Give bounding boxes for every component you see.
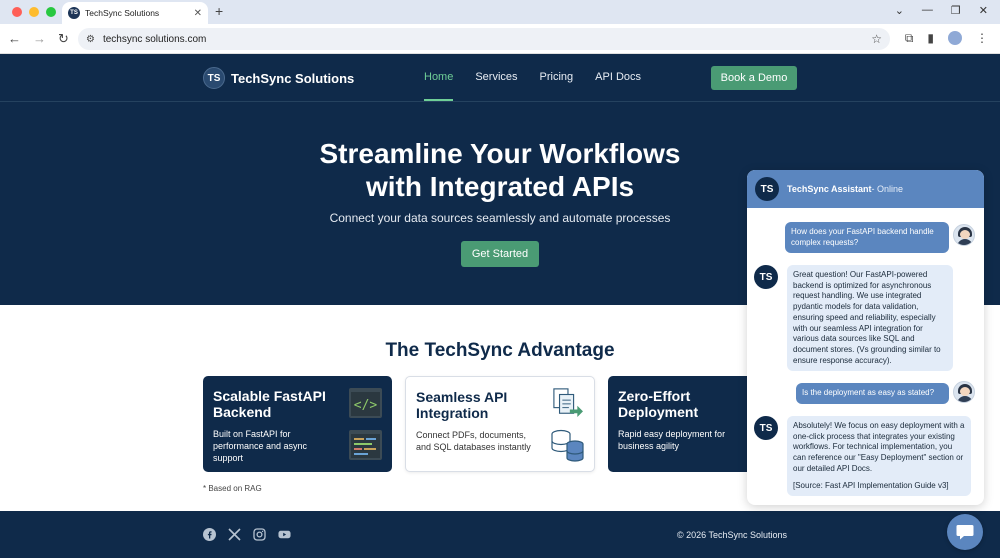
url-text: techsync solutions.com (102, 33, 207, 45)
card-desc: Rapid easy deployment for business agili… (618, 429, 726, 451)
chevron-down-icon[interactable]: ⌄ (895, 4, 904, 17)
book-demo-button[interactable]: Book a Demo (711, 66, 797, 90)
extensions-icon[interactable]: ⧉ (905, 31, 914, 46)
main-nav: Home Services Pricing API Docs (424, 71, 641, 101)
tab-title: TechSync Solutions (85, 8, 160, 18)
nav-item-pricing[interactable]: Pricing (540, 71, 574, 83)
back-icon[interactable]: ← (8, 31, 21, 47)
chat-toggle-button[interactable] (947, 514, 983, 550)
window-controls (12, 7, 56, 17)
svg-text:</>: </> (354, 398, 378, 413)
site-logo[interactable]: TS TechSync Solutions (203, 67, 354, 89)
user-bubble: Is the deployment as easy as stated? (796, 383, 949, 404)
maximize-window-button[interactable] (46, 7, 56, 17)
logo-text: TechSync Solutions (231, 70, 355, 86)
youtube-icon[interactable] (278, 528, 291, 541)
facebook-icon[interactable] (203, 528, 216, 541)
nav-item-home[interactable]: Home (424, 71, 454, 101)
assistant-name: TechSync Assistant (787, 184, 872, 194)
code-editor-icon: </> (349, 388, 382, 418)
feature-card-deployment[interactable]: Zero-Effort Deployment Rapid easy deploy… (608, 376, 758, 472)
nav-item-api-docs[interactable]: API Docs (595, 71, 641, 83)
assistant-avatar: TS (755, 177, 779, 201)
card-title: Zero-Effort Deployment (618, 388, 699, 420)
chat-message-bot: TS Great question! Our FastAPI-powered b… (754, 265, 953, 372)
chat-message-user: Is the deployment as easy as stated? (796, 381, 975, 404)
profile-avatar[interactable] (948, 31, 962, 45)
browser-tab-bar: TS TechSync Solutions ✕ + ⌄ — ❐ ✕ (0, 0, 1000, 24)
chat-header: TS TechSync Assistant - Online (747, 170, 984, 208)
get-started-button[interactable]: Get Started (461, 241, 539, 267)
side-panel-icon[interactable]: ▮ (927, 31, 934, 46)
chat-message-user: How does your FastAPI backend handle com… (785, 222, 975, 254)
new-tab-icon[interactable]: + (215, 3, 223, 19)
menu-icon[interactable]: ⋮ (976, 31, 988, 46)
bot-avatar: TS (754, 265, 778, 289)
feature-card-integration[interactable]: Seamless API Integration Connect PDFs, d… (405, 376, 595, 472)
social-links (203, 528, 291, 541)
os-window-controls: ⌄ — ❐ ✕ (895, 4, 988, 17)
chat-message-bot: TS Absolutely! We focus on easy deployme… (754, 416, 971, 497)
forward-icon[interactable]: → (33, 31, 46, 47)
nav-item-services[interactable]: Services (475, 71, 517, 83)
chat-bubble-icon (956, 525, 974, 540)
user-avatar (953, 224, 975, 246)
card-desc: Built on FastAPI for performance and asy… (213, 429, 308, 463)
bot-avatar: TS (754, 416, 778, 440)
bot-bubble: Absolutely! We focus on easy deployment … (787, 416, 971, 497)
site-info-icon[interactable]: ⚙ (86, 34, 95, 45)
browser-toolbar: ← → ↻ ⚙ techsync solutions.com ☆ ⧉ ▮ ⋮ (0, 24, 1000, 54)
favicon: TS (68, 7, 80, 19)
feature-card-fastapi[interactable]: Scalable FastAPI Backend Built on FastAP… (203, 376, 392, 472)
user-bubble: How does your FastAPI backend handle com… (785, 222, 949, 254)
close-tab-icon[interactable]: ✕ (194, 8, 202, 19)
close-icon[interactable]: ✕ (979, 4, 988, 17)
minimize-icon[interactable]: — (922, 4, 933, 17)
copyright-text: © 2026 TechSync Solutions (677, 530, 788, 540)
toolbar-actions: ⧉ ▮ ⋮ (905, 31, 988, 46)
card-title: Seamless API Integration (416, 389, 508, 421)
assistant-status: - Online (871, 184, 904, 194)
code-window-icon (349, 430, 382, 460)
chat-widget: TS TechSync Assistant - Online How does … (747, 170, 984, 505)
bot-source-citation: [Source: Fast API Implementation Guide v… (793, 480, 949, 490)
logo-badge: TS (203, 67, 225, 89)
card-desc: Connect PDFs, documents, and SQL databas… (416, 430, 531, 452)
restore-icon[interactable]: ❐ (951, 4, 961, 17)
browser-tab[interactable]: TS TechSync Solutions ✕ (62, 2, 208, 24)
user-avatar (953, 381, 975, 403)
hero-title-line1: Streamline Your Workflows (319, 138, 681, 169)
card-title: Scalable FastAPI Backend (213, 388, 326, 420)
site-header: TS TechSync Solutions Home Services Pric… (0, 54, 1000, 102)
bookmark-star-icon[interactable]: ☆ (871, 32, 882, 46)
bot-bubble-text: Absolutely! We focus on easy deployment … (793, 421, 965, 473)
minimize-window-button[interactable] (29, 7, 39, 17)
close-window-button[interactable] (12, 7, 22, 17)
x-icon[interactable] (228, 528, 241, 541)
rag-footnote: * Based on RAG (203, 484, 262, 493)
site-footer: © 2026 TechSync Solutions (0, 511, 1000, 558)
database-icon (551, 429, 584, 462)
address-bar[interactable]: ⚙ techsync solutions.com ☆ (78, 28, 890, 50)
nav-buttons: ← → ↻ (8, 31, 69, 47)
reload-icon[interactable]: ↻ (58, 31, 69, 47)
document-transfer-icon (553, 388, 583, 417)
instagram-icon[interactable] (253, 528, 266, 541)
bot-bubble: Great question! Our FastAPI-powered back… (787, 265, 953, 372)
